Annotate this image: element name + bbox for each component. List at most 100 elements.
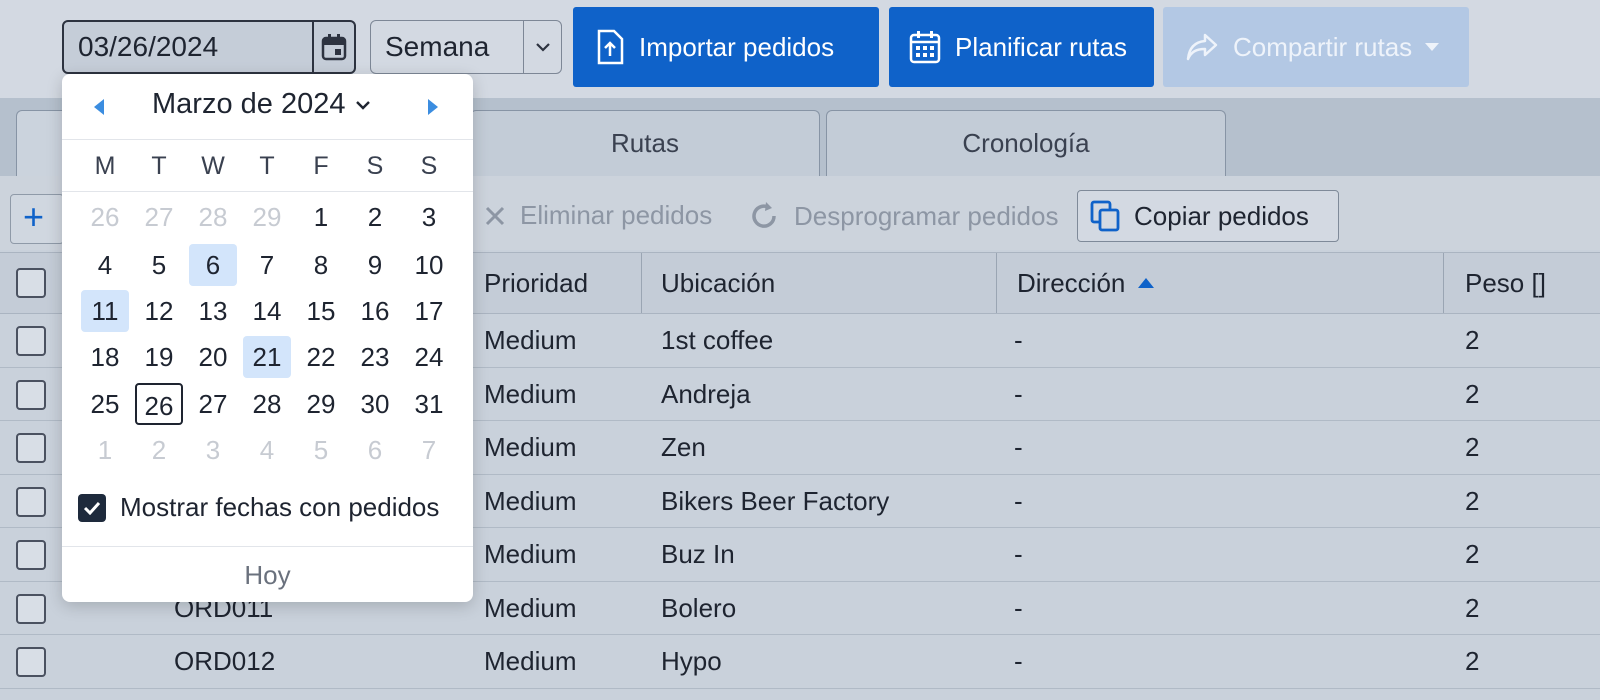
calendar-day[interactable]: 6: [189, 244, 237, 286]
cell-location: Buz In: [661, 539, 735, 569]
calendar-day[interactable]: 4: [81, 244, 129, 286]
calendar-day[interactable]: 7: [405, 429, 453, 471]
row-checkbox[interactable]: [16, 486, 46, 517]
calendar-day[interactable]: 29: [297, 383, 345, 425]
chevron-down-icon[interactable]: [523, 21, 561, 73]
calendar-day[interactable]: 10: [405, 244, 453, 286]
cell-location: Hypo: [661, 646, 722, 676]
calendar-day[interactable]: 18: [81, 336, 129, 378]
cell-priority: Medium: [484, 432, 577, 462]
cell-weight: 2: [1465, 432, 1480, 462]
chevron-left-icon[interactable]: [86, 94, 112, 120]
calendar-day[interactable]: 3: [405, 196, 453, 238]
header-priority[interactable]: Prioridad: [484, 253, 588, 313]
unschedule-orders-label: Desprogramar pedidos: [794, 200, 1059, 231]
close-icon: [484, 205, 506, 227]
calendar-day[interactable]: 23: [351, 336, 399, 378]
calendar-day[interactable]: 12: [135, 290, 183, 332]
calendar-day[interactable]: 3: [189, 429, 237, 471]
add-order-button[interactable]: +: [10, 194, 64, 244]
caret-down-icon: [1424, 42, 1440, 52]
calendar-day[interactable]: 31: [405, 383, 453, 425]
tab-timeline[interactable]: Cronología: [826, 110, 1226, 176]
calendar-day[interactable]: 20: [189, 336, 237, 378]
calendar-day[interactable]: 26: [81, 196, 129, 238]
checkbox-checked-icon[interactable]: [78, 493, 106, 522]
calendar-day[interactable]: 11: [81, 290, 129, 332]
calendar-day[interactable]: 14: [243, 290, 291, 332]
date-input[interactable]: 03/26/2024: [64, 22, 312, 72]
calendar-day[interactable]: 6: [351, 429, 399, 471]
calendar-day[interactable]: 7: [243, 244, 291, 286]
calendar-day[interactable]: 30: [351, 383, 399, 425]
weekday-label: F: [313, 152, 329, 180]
calendar-day[interactable]: 19: [135, 336, 183, 378]
calendar-day[interactable]: 5: [135, 244, 183, 286]
copy-orders-button[interactable]: Copiar pedidos: [1077, 190, 1339, 242]
calendar-day[interactable]: 27: [189, 383, 237, 425]
calendar-day[interactable]: 17: [405, 290, 453, 332]
import-orders-label: Importar pedidos: [639, 31, 835, 62]
calendar-day[interactable]: 4: [243, 429, 291, 471]
column-divider[interactable]: [1443, 253, 1444, 313]
cell-priority: Medium: [484, 325, 577, 355]
today-button[interactable]: Hoy: [62, 546, 473, 602]
column-divider[interactable]: [996, 253, 997, 313]
calendar-day[interactable]: 28: [189, 196, 237, 238]
calendar-day[interactable]: 29: [243, 196, 291, 238]
calendar-day[interactable]: 1: [297, 196, 345, 238]
row-checkbox[interactable]: [16, 540, 46, 570]
calendar-day[interactable]: 2: [351, 196, 399, 238]
cell-priority: Medium: [484, 646, 577, 676]
calendar-day[interactable]: 27: [135, 196, 183, 238]
calendar-day[interactable]: 9: [351, 244, 399, 286]
cell-address: -: [1014, 325, 1023, 355]
file-upload-icon: [595, 29, 625, 65]
header-address[interactable]: Dirección: [1017, 253, 1155, 313]
header-weight[interactable]: Peso []: [1465, 253, 1546, 313]
weekday-label: M: [94, 152, 116, 180]
calendar-day[interactable]: 24: [405, 336, 453, 378]
period-select[interactable]: Semana: [370, 20, 562, 74]
plan-routes-button[interactable]: Planificar rutas: [889, 7, 1154, 87]
show-dates-with-orders-toggle[interactable]: Mostrar fechas con pedidos: [78, 492, 439, 523]
row-checkbox[interactable]: [16, 647, 46, 677]
weekday-header: M T W T F S S: [62, 140, 473, 192]
tab-routes[interactable]: Rutas: [470, 110, 820, 176]
calendar-day[interactable]: 2: [135, 429, 183, 471]
calendar-day[interactable]: 13: [189, 290, 237, 332]
row-checkbox[interactable]: [16, 593, 46, 624]
calendar-day-selected[interactable]: 26: [135, 383, 183, 425]
column-divider[interactable]: [641, 253, 642, 313]
month-year-label: Marzo de 2024: [152, 88, 346, 120]
date-picker-field[interactable]: 03/26/2024: [62, 20, 356, 74]
calendar-day[interactable]: 16: [351, 290, 399, 332]
cell-priority: Medium: [484, 378, 577, 409]
chevron-right-icon[interactable]: [420, 94, 446, 120]
calendar-day[interactable]: 15: [297, 290, 345, 332]
calendar-day[interactable]: 22: [297, 336, 345, 378]
row-checkbox[interactable]: [16, 433, 46, 463]
share-routes-button[interactable]: Compartir rutas: [1163, 7, 1469, 87]
calendar-day[interactable]: 1: [81, 429, 129, 471]
select-all-checkbox[interactable]: [16, 268, 46, 298]
calendar-day[interactable]: 28: [243, 383, 291, 425]
cell-location: 1st coffee: [661, 325, 774, 355]
share-routes-label: Compartir rutas: [1233, 31, 1413, 62]
calendar-day[interactable]: 5: [297, 429, 345, 471]
month-year-select[interactable]: Marzo de 2024: [152, 88, 371, 121]
row-checkbox[interactable]: [16, 379, 46, 410]
calendar-day[interactable]: 21: [243, 336, 291, 378]
copy-orders-label: Copiar pedidos: [1134, 200, 1309, 231]
calendar-day[interactable]: 25: [81, 383, 129, 425]
cell-weight: 2: [1465, 485, 1480, 516]
table-row[interactable]: ORD012 Medium Hypo - 2: [0, 635, 1600, 689]
header-location[interactable]: Ubicación: [661, 253, 775, 313]
calendar-header: Marzo de 2024: [62, 74, 473, 140]
import-orders-button[interactable]: Importar pedidos: [573, 7, 879, 87]
unschedule-orders-button[interactable]: Desprogramar pedidos: [748, 200, 1058, 232]
calendar-icon[interactable]: [312, 22, 354, 72]
row-checkbox[interactable]: [16, 326, 46, 356]
calendar-day[interactable]: 8: [297, 244, 345, 286]
delete-orders-button[interactable]: Eliminar pedidos: [484, 200, 712, 231]
